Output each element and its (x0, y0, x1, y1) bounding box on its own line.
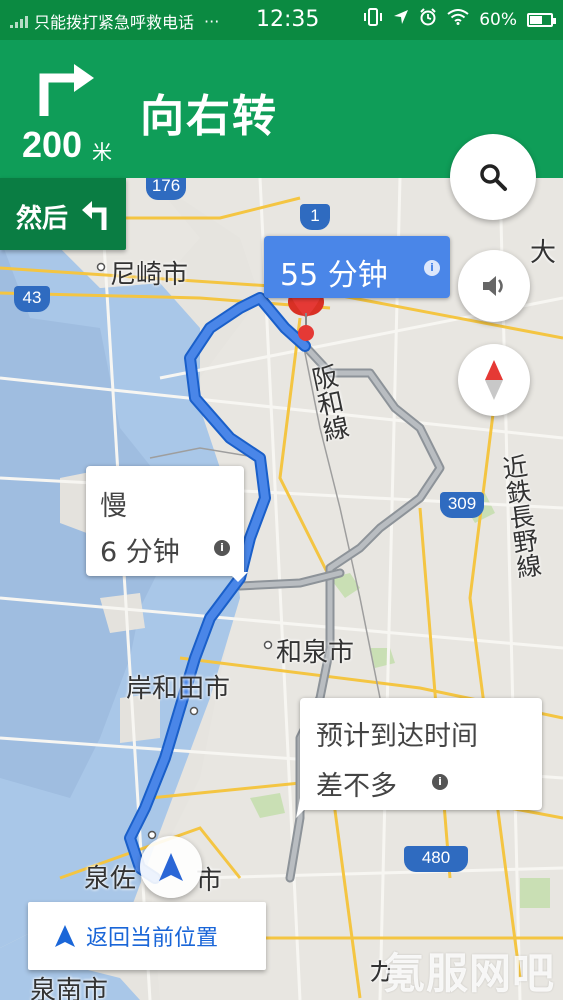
alt-route-callout[interactable]: 慢 6 分钟 i (86, 466, 248, 582)
recenter-button[interactable]: 返回当前位置 (28, 902, 266, 970)
watermark: 氪服网吧 (382, 949, 555, 998)
compass-button[interactable] (458, 344, 530, 416)
label-izumi: 和泉市 (276, 638, 355, 668)
battery-icon (527, 12, 556, 27)
turn-left-icon (82, 201, 107, 230)
search-button[interactable] (450, 134, 536, 220)
route-shield-1: 1 (300, 204, 330, 230)
current-location-marker (140, 836, 202, 898)
navigation-arrow-icon (55, 925, 75, 947)
turn-instruction: 向右转 (140, 91, 278, 142)
status-bar: 只能拨打紧急呼救电话 ··· 12:35 60% (0, 0, 563, 40)
label-izumisano: 泉佐 (84, 864, 137, 894)
route-shield-309: 309 (440, 492, 484, 518)
label-amagasaki: 尼崎市 (110, 260, 189, 290)
route-shield-480: 480 (404, 846, 468, 872)
navigation-arrow-icon (159, 853, 183, 881)
info-icon: i (424, 260, 440, 276)
route-shield-43: 43 (14, 286, 50, 312)
location-arrow-icon (393, 9, 409, 30)
status-bar-left: 只能拨打紧急呼救电话 ··· (10, 9, 219, 33)
battery-percent: 60% (479, 9, 517, 30)
sound-button[interactable] (458, 250, 530, 322)
next-step-card[interactable]: 然后 (0, 178, 126, 250)
alt-route-label: 慢 (100, 491, 127, 522)
wifi-icon (447, 9, 469, 30)
volume-icon (483, 276, 503, 296)
vibrate-icon (363, 8, 383, 31)
route-shield-176: 176 (146, 178, 186, 200)
label-sennan: 泉南市 (30, 976, 109, 1000)
status-more-indicator: ··· (204, 11, 220, 31)
status-bar-right: 60% (363, 8, 556, 31)
label-kishiwada: 岸和田市 (126, 674, 231, 704)
eta-note-line2: 差不多 (316, 771, 397, 802)
search-icon (480, 164, 507, 191)
compass-icon (485, 360, 503, 400)
distance-value: 200 (22, 124, 83, 165)
callout-pointer (296, 798, 316, 818)
eta-note-line1: 预计到达时间 (316, 721, 478, 752)
carrier-text: 只能拨打紧急呼救电话 (34, 13, 195, 32)
callout-pointer (228, 572, 248, 582)
info-icon: i (214, 540, 230, 556)
alt-route-time: 6 分钟 (100, 537, 180, 568)
route-time: 55 分钟 (280, 258, 388, 293)
recenter-label: 返回当前位置 (86, 926, 219, 951)
alarm-icon (419, 8, 437, 31)
status-time: 12:35 (256, 7, 320, 32)
turn-right-icon (39, 64, 94, 116)
route-time-callout[interactable]: 55 分钟 i (264, 236, 450, 298)
eta-callout[interactable]: 预计到达时间 差不多 i (296, 698, 542, 818)
signal-icon (10, 14, 28, 28)
info-icon: i (432, 774, 448, 790)
distance-unit: 米 (92, 140, 112, 164)
label-osaka-fragment: 大 (530, 238, 557, 268)
then-label: 然后 (16, 204, 69, 234)
